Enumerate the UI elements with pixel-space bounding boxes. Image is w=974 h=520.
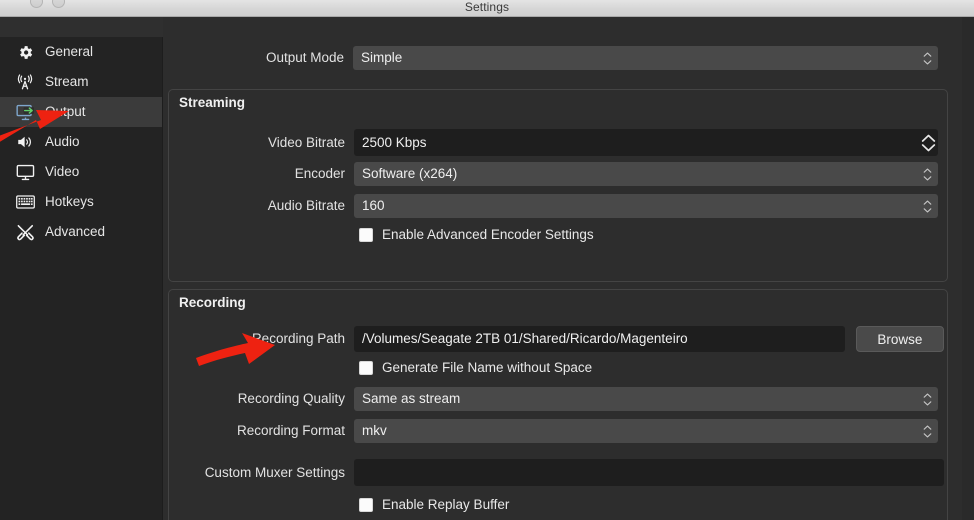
recording-quality-label: Recording Quality: [237, 391, 345, 407]
output-mode-select[interactable]: Simple: [353, 46, 938, 70]
vertical-scrollbar[interactable]: [962, 17, 974, 520]
sidebar-item-output[interactable]: Output: [0, 97, 162, 127]
advanced-encoder-checkbox[interactable]: [359, 228, 373, 242]
sidebar-item-label: Audio: [45, 134, 80, 150]
sidebar-item-stream[interactable]: Stream: [0, 67, 162, 97]
streaming-group-title: Streaming: [179, 95, 246, 110]
keyboard-icon: [14, 193, 36, 211]
settings-sidebar: General Stream Output Audio Video Hotkey…: [0, 17, 163, 520]
video-bitrate-input[interactable]: 2500 Kbps: [354, 129, 938, 156]
sidebar-item-general[interactable]: General: [0, 37, 162, 67]
custom-muxer-row: Custom Muxer Settings: [164, 459, 944, 486]
settings-body: General Stream Output Audio Video Hotkey…: [0, 17, 974, 520]
window-titlebar: Settings: [0, 0, 974, 17]
streaming-group: Streaming Video Bitrate 2500 Kbps Encode…: [168, 89, 948, 282]
recording-path-value: /Volumes/Seagate 2TB 01/Shared/Ricardo/M…: [362, 331, 688, 347]
recording-group: Recording Recording Path /Volumes/Seagat…: [168, 289, 948, 520]
browse-button[interactable]: Browse: [855, 326, 944, 352]
output-mode-label: Output Mode: [265, 50, 344, 66]
sidebar-item-label: Stream: [45, 74, 89, 90]
sidebar-item-label: General: [45, 44, 94, 60]
video-bitrate-value: 2500 Kbps: [362, 134, 427, 150]
encoder-select[interactable]: Software (x264): [354, 162, 938, 186]
gear-icon: [14, 43, 36, 61]
generate-filename-label: Generate File Name without Space: [382, 360, 593, 376]
custom-muxer-label: Custom Muxer Settings: [204, 464, 345, 480]
sidebar-item-label: Video: [45, 164, 80, 180]
audio-bitrate-select[interactable]: 160: [354, 194, 938, 218]
generate-filename-checkbox-row[interactable]: Generate File Name without Space: [359, 361, 592, 375]
recording-quality-stepper[interactable]: [919, 388, 936, 410]
browse-button-label: Browse: [877, 331, 923, 347]
encoder-value: Software (x264): [362, 166, 458, 182]
audio-bitrate-label: Audio Bitrate: [267, 198, 345, 214]
encoder-label: Encoder: [294, 166, 345, 182]
recording-path-row: Recording Path /Volumes/Seagate 2TB 01/S…: [164, 326, 944, 352]
sidebar-item-hotkeys[interactable]: Hotkeys: [0, 187, 162, 217]
tools-icon: [14, 223, 36, 241]
output-mode-value: Simple: [361, 50, 403, 66]
recording-quality-row: Recording Quality Same as stream: [164, 387, 944, 411]
recording-group-title: Recording: [179, 295, 246, 310]
replay-buffer-checkbox-row[interactable]: Enable Replay Buffer: [359, 498, 509, 512]
sidebar-top-strip: [0, 17, 163, 37]
sidebar-item-label: Advanced: [45, 224, 106, 240]
encoder-row: Encoder Software (x264): [164, 162, 944, 186]
video-bitrate-label: Video Bitrate: [267, 134, 345, 150]
sidebar-item-audio[interactable]: Audio: [0, 127, 162, 157]
replay-buffer-checkbox[interactable]: [359, 498, 373, 512]
recording-quality-select[interactable]: Same as stream: [354, 387, 938, 411]
window-title: Settings: [464, 0, 510, 14]
sidebar-item-label: Output: [45, 104, 86, 120]
encoder-stepper[interactable]: [919, 163, 936, 185]
advanced-encoder-label: Enable Advanced Encoder Settings: [382, 227, 594, 243]
recording-format-select[interactable]: mkv: [354, 419, 938, 443]
recording-format-stepper[interactable]: [919, 420, 936, 442]
speaker-icon: [14, 133, 36, 151]
recording-path-label: Recording Path: [251, 331, 345, 347]
generate-filename-checkbox[interactable]: [359, 361, 373, 375]
recording-format-row: Recording Format mkv: [164, 419, 944, 443]
sidebar-item-label: Hotkeys: [45, 194, 94, 210]
audio-bitrate-stepper[interactable]: [919, 195, 936, 217]
recording-format-value: mkv: [362, 423, 387, 439]
sidebar-item-video[interactable]: Video: [0, 157, 162, 187]
sidebar-item-advanced[interactable]: Advanced: [0, 217, 162, 247]
output-mode-row: Output Mode Simple: [163, 46, 948, 70]
output-icon: [14, 103, 36, 121]
advanced-encoder-checkbox-row[interactable]: Enable Advanced Encoder Settings: [359, 228, 594, 242]
recording-quality-value: Same as stream: [362, 391, 461, 407]
custom-muxer-input[interactable]: [354, 459, 944, 486]
settings-main-panel: Output Mode Simple Streaming Video Bitra…: [163, 17, 974, 520]
replay-buffer-label: Enable Replay Buffer: [382, 497, 510, 513]
audio-bitrate-value: 160: [362, 198, 385, 214]
audio-bitrate-row: Audio Bitrate 160: [164, 194, 944, 218]
monitor-icon: [14, 163, 36, 181]
video-bitrate-stepper[interactable]: [918, 130, 939, 156]
output-mode-stepper[interactable]: [919, 47, 936, 69]
broadcast-icon: [14, 73, 36, 91]
recording-path-input[interactable]: /Volumes/Seagate 2TB 01/Shared/Ricardo/M…: [354, 326, 845, 352]
video-bitrate-row: Video Bitrate 2500 Kbps: [164, 129, 944, 156]
settings-window: Settings General Stream Output Audio Vid…: [0, 0, 974, 520]
recording-format-label: Recording Format: [236, 423, 345, 439]
